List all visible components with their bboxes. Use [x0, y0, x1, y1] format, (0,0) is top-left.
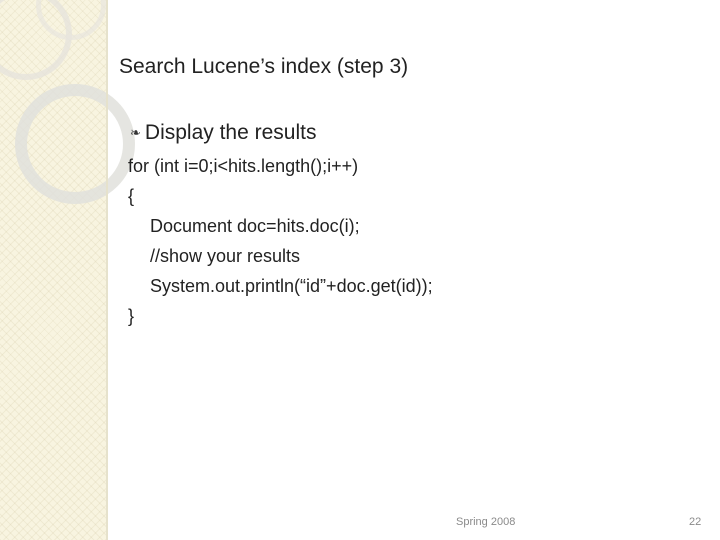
code-line: {	[128, 186, 135, 206]
decorative-sidebar	[0, 0, 106, 540]
slide-number: 22	[689, 516, 702, 528]
curl-bullet-icon: ❧	[130, 125, 141, 140]
slide-title: Search Lucene’s index (step 3)	[119, 55, 409, 78]
decorative-ring-large	[15, 84, 135, 204]
bullet-item: ❧ Display the results	[130, 121, 316, 145]
code-line: }	[128, 306, 135, 326]
sidebar-divider	[106, 0, 108, 540]
code-line: for (int i=0;i<hits.length();i++)	[128, 156, 359, 176]
code-line: Document doc=hits.doc(i);	[150, 216, 360, 236]
code-line: System.out.println(“id”+doc.get(id));	[150, 276, 433, 296]
bullet-text: Display the results	[144, 121, 317, 144]
code-line: //show your results	[150, 246, 301, 266]
footer-date: Spring 2008	[456, 516, 516, 528]
